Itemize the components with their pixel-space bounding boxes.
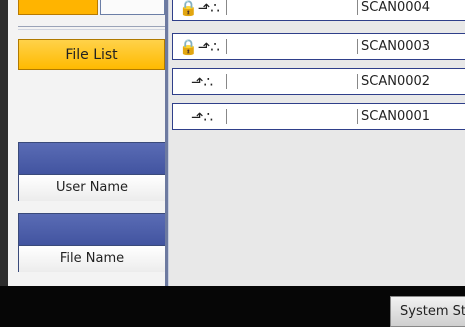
divider [18, 26, 165, 27]
group-icon: ∴ [210, 38, 220, 56]
file-list-button[interactable]: File List [18, 39, 165, 70]
group-icon: ∴ [203, 108, 214, 126]
scanner-icon: ⬏ [197, 38, 211, 56]
column-separator [226, 74, 227, 89]
screen-bezel [0, 0, 8, 286]
lock-icon: 🔒 [179, 38, 198, 56]
column-separator [357, 109, 358, 124]
divider-highlight [18, 29, 165, 30]
file-row[interactable]: 🔒⬏∴ SCAN0003 [172, 33, 465, 60]
file-name: SCAN0004 [361, 0, 431, 15]
column-separator [357, 0, 358, 15]
file-row[interactable]: ⬏∴ SCAN0001 [172, 103, 465, 130]
column-separator [357, 39, 358, 54]
file-name: SCAN0003 [361, 39, 431, 54]
user-name-label: User Name [19, 175, 165, 201]
file-name-field[interactable]: File Name [18, 213, 166, 272]
tab-unselected[interactable] [100, 0, 165, 15]
scanner-icon: ⬏ [191, 73, 204, 91]
file-status-icons: ⬏∴ [191, 108, 251, 126]
top-tabs [8, 0, 165, 18]
file-status-icons: 🔒⬏∴ [179, 0, 239, 17]
scanner-icon: ⬏ [197, 0, 211, 17]
column-separator [226, 39, 227, 54]
file-name: SCAN0001 [361, 109, 431, 124]
file-name-value[interactable] [19, 214, 165, 246]
left-panel: File List User Name File Name [8, 0, 166, 286]
column-separator [226, 109, 227, 124]
lock-icon: 🔒 [179, 0, 198, 17]
column-separator [226, 0, 227, 15]
file-name: SCAN0002 [361, 74, 431, 89]
system-status-button[interactable]: System Status [390, 296, 465, 327]
user-name-value[interactable] [19, 143, 165, 175]
group-icon: ∴ [210, 0, 220, 17]
file-name-label: File Name [19, 246, 165, 272]
file-row[interactable]: 🔒⬏∴ SCAN0004 [172, 0, 465, 21]
group-icon: ∴ [203, 73, 214, 91]
tab-selected[interactable] [18, 0, 98, 15]
scanner-icon: ⬏ [191, 108, 204, 126]
file-status-icons: ⬏∴ [191, 73, 251, 91]
column-separator [357, 74, 358, 89]
panel-divider-highlight [168, 0, 169, 286]
file-row[interactable]: ⬏∴ SCAN0002 [172, 68, 465, 95]
user-name-field[interactable]: User Name [18, 142, 166, 201]
file-status-icons: 🔒⬏∴ [179, 38, 239, 56]
